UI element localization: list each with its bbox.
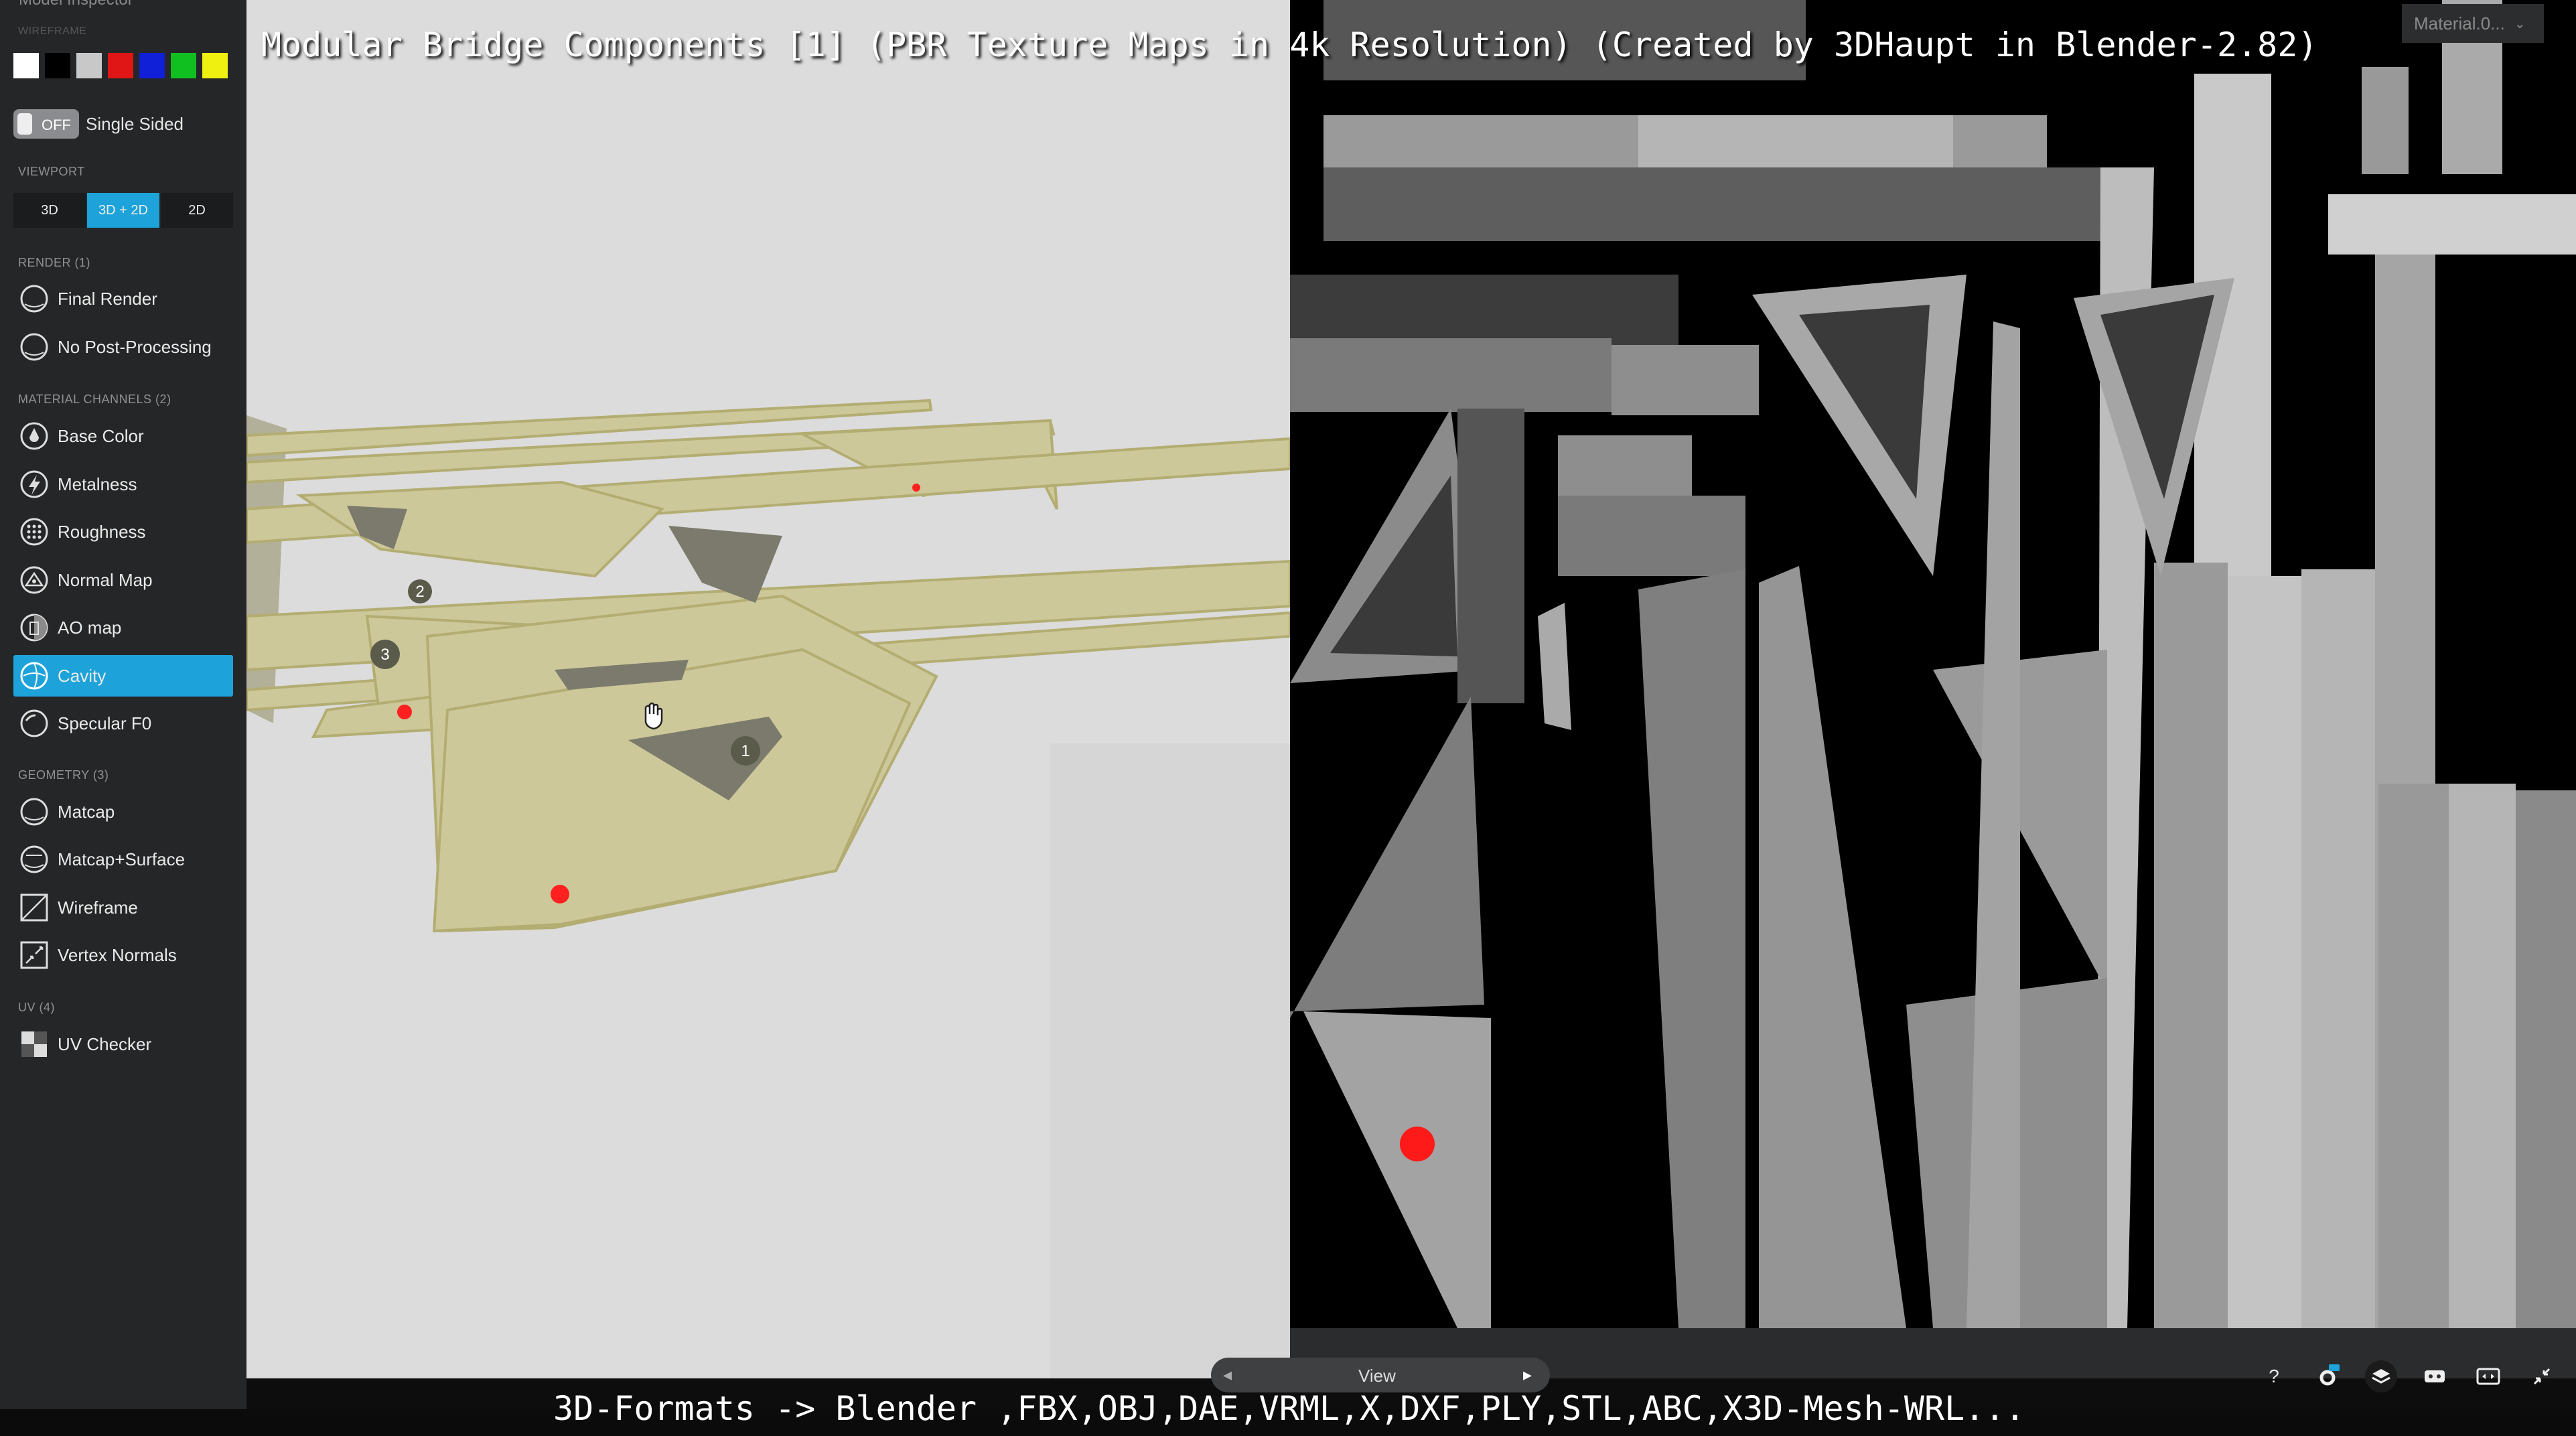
normal-map-icon	[19, 565, 50, 595]
channel-roughness[interactable]: Roughness	[13, 511, 233, 553]
annotation-marker-2: 2	[415, 583, 424, 601]
viewport-3d2d-button[interactable]: 3D + 2D	[87, 193, 159, 228]
panel-header[interactable]: Model Inspector	[19, 0, 133, 9]
geometry-vertex-normals[interactable]: Vertex Normals	[13, 934, 233, 976]
metalness-icon	[19, 469, 50, 500]
wireframe-color-green[interactable]	[171, 53, 196, 78]
material-select[interactable]: Material.0... ⌄	[2402, 4, 2544, 43]
viewport-2d-button[interactable]: 2D	[161, 193, 233, 228]
item-label: Cavity	[58, 665, 106, 686]
single-sided-toggle[interactable]: OFF	[13, 109, 79, 139]
wireframe-color-black[interactable]	[45, 53, 70, 78]
wireframe-color-blue[interactable]	[139, 53, 165, 78]
wireframe-label: WIREFRAME	[18, 25, 87, 37]
checker-icon	[19, 1029, 50, 1060]
item-label: Vertex Normals	[58, 944, 177, 965]
toggle-knob	[17, 113, 32, 135]
matcap-icon	[19, 796, 50, 827]
viewport-3d-button[interactable]: 3D	[13, 193, 86, 228]
item-label: Wireframe	[58, 897, 138, 918]
geometry-wireframe[interactable]: Wireframe	[13, 887, 233, 928]
view-label: View	[1358, 1366, 1396, 1386]
ao-map-icon	[19, 612, 50, 643]
uv-section-label: UV (4)	[18, 1001, 56, 1014]
channel-base-color[interactable]: Base Color	[13, 415, 233, 457]
sphere-icon	[19, 332, 50, 362]
title-overlay: Modular Bridge Components [1] (PBR Textu…	[261, 25, 2318, 64]
item-label: Matcap	[58, 801, 115, 822]
item-label: Base Color	[58, 425, 144, 446]
item-label: Metalness	[58, 474, 137, 494]
view-navigator[interactable]: ◂ View ▸	[1211, 1358, 1550, 1392]
specular-icon	[19, 708, 50, 739]
annotation-marker-3: 3	[380, 646, 389, 664]
help-icon[interactable]: ?	[2258, 1363, 2290, 1390]
wireframe-color-white[interactable]	[13, 53, 39, 78]
channel-metalness[interactable]: Metalness	[13, 463, 233, 505]
cavity-icon	[19, 660, 50, 691]
matcap-surface-icon	[19, 844, 50, 875]
formats-overlay: 3D-Formats -> Blender ,FBX,OBJ,DAE,VRML,…	[553, 1389, 2025, 1428]
geometry-matcap-surface[interactable]: Matcap+Surface	[13, 839, 233, 880]
viewport-section-label: VIEWPORT	[18, 165, 85, 178]
geometry-matcap[interactable]: Matcap	[13, 791, 233, 833]
prev-arrow-icon[interactable]: ◂	[1223, 1364, 1232, 1385]
model-inspector-sidebar: Model Inspector WIREFRAME OFF Single Sid…	[0, 0, 246, 1409]
toggle-state: OFF	[42, 117, 71, 133]
wireframe-color-yellow[interactable]	[202, 53, 228, 78]
uv-checker[interactable]: UV Checker	[13, 1023, 233, 1065]
uv-texture-view[interactable]	[1290, 0, 2576, 1328]
vr-icon[interactable]	[2419, 1363, 2451, 1390]
roughness-icon	[19, 516, 50, 547]
item-label: Matcap+Surface	[58, 849, 186, 869]
item-label: UV Checker	[58, 1033, 152, 1054]
item-label: Specular F0	[58, 713, 152, 733]
wireframe-icon	[19, 892, 50, 923]
settings-hd-icon[interactable]	[2311, 1363, 2344, 1390]
vertex-normals-icon	[19, 940, 50, 971]
geometry-section-label: GEOMETRY (3)	[18, 768, 109, 782]
channel-cavity[interactable]: Cavity	[13, 655, 233, 697]
render-final-render[interactable]: Final Render	[13, 278, 233, 319]
material-select-value: Material.0...	[2414, 13, 2505, 33]
layers-icon[interactable]	[2365, 1360, 2397, 1392]
theater-mode-icon[interactable]	[2472, 1363, 2504, 1390]
render-section-label: RENDER (1)	[18, 256, 91, 269]
single-sided-label: Single Sided	[86, 114, 184, 134]
annotation-marker-1: 1	[741, 742, 749, 760]
material-section-label: MATERIAL CHANNELS (2)	[18, 392, 171, 406]
item-label: Normal Map	[58, 569, 153, 590]
item-label: Roughness	[58, 521, 146, 542]
channel-ao-map[interactable]: AO map	[13, 607, 233, 648]
wireframe-color-gray[interactable]	[76, 53, 102, 78]
channel-specular-f0[interactable]: Specular F0	[13, 703, 233, 744]
item-label: Final Render	[58, 288, 157, 309]
wireframe-color-red[interactable]	[108, 53, 133, 78]
item-label: AO map	[58, 617, 122, 638]
3d-viewport[interactable]: 3 2 1	[246, 0, 1290, 1378]
sphere-icon	[19, 283, 50, 314]
fullscreen-exit-icon[interactable]	[2526, 1363, 2558, 1390]
paint-drop-icon	[19, 421, 50, 451]
channel-normal-map[interactable]: Normal Map	[13, 559, 233, 601]
chevron-down-icon: ⌄	[2514, 16, 2526, 31]
render-no-post-processing[interactable]: No Post-Processing	[13, 326, 233, 368]
next-arrow-icon[interactable]: ▸	[1523, 1364, 1532, 1385]
item-label: No Post-Processing	[58, 336, 212, 357]
